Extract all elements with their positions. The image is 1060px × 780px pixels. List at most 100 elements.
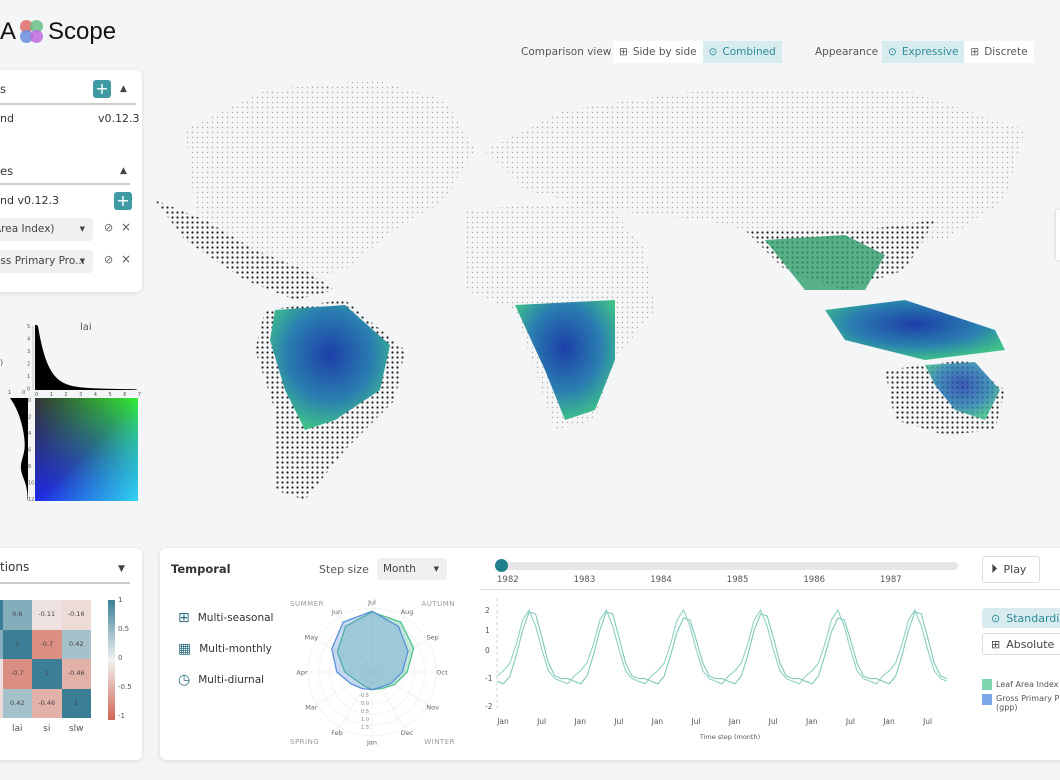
hide-icon[interactable]: ⊘ [104,221,113,234]
collapse-icon[interactable]: ▲ [120,84,127,94]
radar-month-label: Sep [426,634,438,642]
radial-tick: 0.5 [361,709,369,715]
play-label: Play [1003,563,1027,576]
play-icon: ⏵ [991,562,998,577]
time-slider[interactable] [497,562,958,570]
x-tick: Jan [496,717,509,726]
absolute-button[interactable]: ⊞ Absolute [982,633,1060,655]
heatmap-cell[interactable]: -0.11 [32,600,62,630]
y-tick: 4 [27,337,30,343]
radar-month-label: Jan [366,739,377,747]
close-icon[interactable]: × [121,220,131,234]
hide-icon[interactable]: ⊘ [104,253,113,266]
step-size-select[interactable]: Month ▼ [377,558,447,580]
appearance-label: Appearance [815,46,879,58]
heatmap-cell[interactable]: 0.42 [2,688,32,718]
legend-sublabel: (gpp) [996,703,1018,712]
year-tick: 1987 [880,575,902,585]
x-tick: 7 [138,392,141,398]
radar-month-label: Apr [296,669,308,677]
absolute-label: Absolute [1006,637,1055,651]
standardize-button[interactable]: ⊙ Standardize [982,608,1060,628]
heatmap-axis-label: si [43,724,51,734]
world-map[interactable] [145,70,1060,510]
expressive-label: Expressive [901,46,959,58]
x-axis-label: Time step (month) [699,733,760,741]
radar-month-label: Oct [436,669,448,677]
legend-label: Gross Primary Pr... [996,694,1060,703]
radial-tick: 0.0 [361,701,369,707]
africa [465,200,655,430]
heatmap-cell[interactable]: 0.6 [2,600,32,630]
heatmap-cell[interactable]: 0.42 [61,629,91,659]
colorbar-tick: -1 [118,712,125,720]
heatmap-cell[interactable]: 1 [2,629,32,659]
caret-icon: ▼ [79,225,85,233]
radar-month-label: Mar [305,704,318,712]
combined-button[interactable]: ⊙ Combined [702,41,782,63]
logo-prefix: A [0,18,17,45]
heatmap-cell[interactable]: -0.7 [32,629,62,659]
add-model-button[interactable]: + [93,80,111,98]
variable-select[interactable]: oss Primary Pro... ▼ [0,250,93,273]
x-tick: 1 [8,390,11,396]
heatmap-cell[interactable]: 1 [61,688,91,718]
section1-title: s [0,82,6,96]
collapse-icon[interactable]: ▲ [120,166,127,176]
comparison-view-label: Comparison view [521,46,612,58]
add-variable-button[interactable]: + [114,192,132,210]
y-tick: 0 [485,646,490,655]
x-tick: Jan [882,717,895,726]
side-by-side-button[interactable]: ⊞ Side by side [613,41,703,63]
radial-tick: -0.5 [359,693,369,699]
legend-label: Leaf Area Index ( [996,680,1060,689]
dataset-name: nd v0.12.3 [0,194,59,207]
y-tick: 12 [28,497,34,503]
mode-multi-diurnal[interactable]: ◷ Multi-diurnal [178,672,264,688]
overlap-icon: ⊙ [888,46,897,58]
x-tick: Jan [728,717,741,726]
colorbar-tick: 1 [118,596,123,604]
southeast-asia [825,300,1005,360]
heatmap-cell[interactable]: -0.46 [61,659,91,689]
heatmap-cell[interactable]: -0.7 [2,659,32,689]
heatmap-cell[interactable]: 1 [32,659,62,689]
variable-select[interactable]: Area Index) ▼ [0,218,93,241]
colorbar [108,600,115,720]
x-tick: Jan [651,717,664,726]
season-label: SPRING [290,738,319,746]
logo-icon [20,20,44,44]
expressive-button[interactable]: ⊙ Expressive [882,41,965,63]
y-tick: 2 [28,415,31,421]
divider [0,582,130,584]
grid-icon: ⊞ [970,46,980,58]
datasets-panel: s + ▲ nd v0.12.3 es ▲ nd v0.12.3 + Area … [0,70,142,292]
x-tick: 0 [22,390,25,396]
heatmap-cell[interactable]: -0.16 [61,600,91,630]
slider-handle[interactable] [495,559,508,572]
divider [480,589,1060,590]
y-tick: 3 [27,349,30,355]
south-america [255,300,405,500]
dropdown-icon[interactable]: ▼ [118,564,125,574]
discrete-button[interactable]: ⊞ Discrete [964,41,1034,63]
close-icon[interactable]: × [121,252,131,266]
play-button[interactable]: ⏵ Play [982,556,1040,583]
heatmap-cell[interactable]: -0.46 [32,688,62,718]
grid-icon: ⊞ [178,610,190,626]
radial-tick: 1.5 [361,725,369,731]
legend-item: Gross Primary Pr...(gpp) [982,694,1060,712]
step-size-label: Step size [319,563,369,576]
y-tick: -1 [485,674,493,683]
mode-multi-monthly[interactable]: ▦ Multi-monthly [178,641,272,657]
y-tick: 2 [27,362,30,368]
radar-month-label: Dec [401,729,414,737]
discrete-label: Discrete [984,46,1028,58]
x-tick: Jul [690,717,700,726]
temporal-panel: Temporal Step size Month ▼ 1982 1983 1984 19… [160,548,1060,760]
step-size-value: Month [383,563,416,575]
top-histogram [35,325,138,390]
australia [885,360,1005,435]
overlap-icon: ⊙ [991,611,1001,625]
mode-multi-seasonal[interactable]: ⊞ Multi-seasonal [178,610,273,626]
